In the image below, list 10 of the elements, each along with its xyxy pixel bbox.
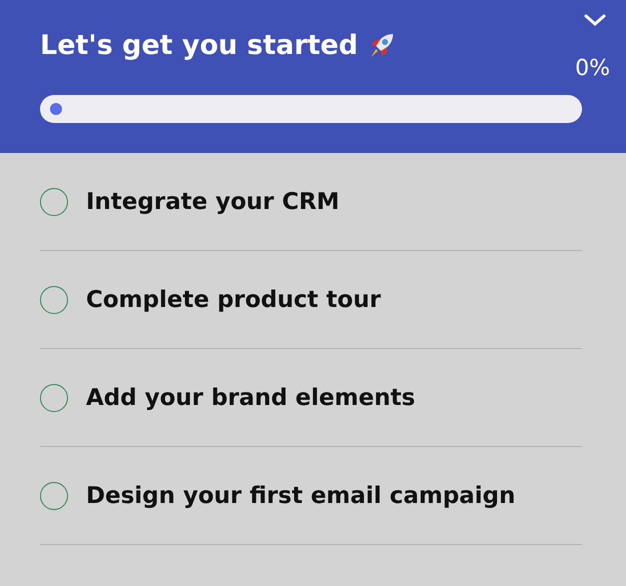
task-checkbox[interactable]	[40, 384, 68, 412]
checklist-title: Let's get you started	[40, 29, 358, 63]
task-checkbox[interactable]	[40, 286, 68, 314]
task-label: Add your brand elements	[86, 384, 416, 410]
task-label: Complete product tour	[86, 286, 381, 312]
task-label: Design your first email campaign	[86, 482, 516, 508]
task-checkbox[interactable]	[40, 188, 68, 216]
task-checkbox[interactable]	[40, 482, 68, 510]
progress-percent: 0%	[575, 55, 610, 83]
task-label: Integrate your CRM	[86, 188, 340, 214]
